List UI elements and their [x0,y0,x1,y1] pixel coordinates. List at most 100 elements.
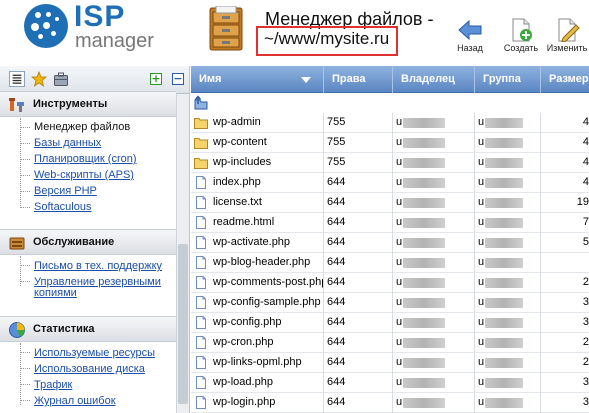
sidebar-item-backups[interactable]: Управление резервными копиями [34,277,169,299]
group-cell: u [475,153,541,173]
section-tools[interactable]: Инструменты [0,91,176,117]
edit-button[interactable]: Изменить [545,18,589,58]
sidebar-scrollbar[interactable] [176,94,189,413]
file-table: Имя Права Владелец Группа Размер wp-admi… [191,66,589,413]
back-button[interactable]: Назад [448,18,492,58]
column-size-header[interactable]: Размер [541,66,589,93]
owner-cell: u [393,293,475,313]
table-row[interactable]: wp-comments-post.php 644 u u 2 [191,273,589,293]
file-icon [196,236,206,249]
permissions-cell: 644 [324,213,393,233]
owner-value: u [396,356,403,368]
owner-value: u [396,336,403,348]
new-file-icon [512,18,532,42]
tree-tick [20,191,30,192]
group-value: u [478,196,485,208]
column-group-header[interactable]: Группа [475,66,541,93]
sidebar-item-traffic[interactable]: Трафик [34,380,72,391]
permissions-cell: 755 [324,113,393,133]
table-row[interactable]: wp-config.php 644 u u 3 [191,313,589,333]
owner-cell: u [393,373,475,393]
sidebar-item-support-letter[interactable]: Письмо в тех. поддержку [34,261,162,272]
column-label: Имя [199,73,222,85]
permissions-cell: 644 [324,333,393,353]
sidebar-item-error-log[interactable]: Журнал ошибок [34,396,116,407]
sidebar-scroll-thumb[interactable] [178,244,188,404]
sort-desc-icon[interactable] [301,77,311,83]
owner-value: u [396,136,403,148]
maintenance-icon [9,237,25,250]
collapse-all-button[interactable]: − [172,73,184,85]
permissions-cell: 644 [324,393,393,413]
create-label: Создать [503,43,539,53]
file-name-cell: wp-links-opml.php [191,353,324,373]
size-cell: 3 [582,376,589,388]
file-name-cell: wp-cron.php [191,333,324,353]
table-row[interactable]: wp-links-opml.php 644 u u 2 [191,353,589,373]
table-row[interactable]: wp-content 755 u u 4 [191,133,589,153]
column-owner-header[interactable]: Владелец [393,66,475,93]
favorites-star-icon[interactable] [31,71,47,87]
group-value: u [478,156,485,168]
file-name-cell: index.php [191,173,324,193]
file-name: wp-comments-post.php [213,276,324,288]
file-icon [196,376,206,389]
table-row[interactable]: wp-config-sample.php 644 u u 3 [191,293,589,313]
column-perm-header[interactable]: Права [324,66,393,93]
table-row[interactable]: index.php 644 u u 4 [191,173,589,193]
sidebar-item-databases[interactable]: Базы данных [34,138,101,149]
redacted-group [485,358,523,368]
sidebar-item-file-manager[interactable]: Менеджер файлов [34,122,130,133]
file-icon [196,296,206,309]
expand-all-button[interactable]: + [150,73,162,85]
sidebar-item-web-scripts[interactable]: Web-скрипты (APS) [34,170,134,181]
list-view-icon[interactable] [9,71,25,87]
table-row[interactable]: wp-cron.php 644 u u 2 [191,333,589,353]
sidebar-item-php-version[interactable]: Версия PHP [34,186,97,197]
table-row[interactable]: wp-activate.php 644 u u 5 [191,233,589,253]
table-row[interactable]: readme.html 644 u u 7 [191,213,589,233]
table-row[interactable]: license.txt 644 u u 19 [191,193,589,213]
redacted-owner [403,138,445,148]
section-maintenance[interactable]: Обслуживание [0,229,176,255]
parent-dir-row[interactable] [191,93,589,113]
column-label: Владелец [401,73,455,85]
file-icon [196,216,206,229]
tree-tick [20,368,30,369]
tree-tick [20,175,30,176]
back-arrow-icon [458,19,482,41]
sidebar-item-softaculous[interactable]: Softaculous [34,202,91,213]
tree-tick [20,352,30,353]
size-cell: 4 [582,136,589,148]
group-value: u [478,376,485,388]
owner-value: u [396,256,403,268]
tree-tick [20,207,30,208]
table-row[interactable]: wp-blog-header.php 644 u u [191,253,589,273]
briefcase-icon[interactable] [53,71,69,87]
file-icon [196,176,206,189]
redacted-owner [403,318,445,328]
column-label: Размер [549,73,589,85]
file-icon [196,336,206,349]
table-row[interactable]: wp-load.php 644 u u 3 [191,373,589,393]
table-row[interactable]: wp-login.php 644 u u 3 [191,393,589,413]
owner-value: u [396,316,403,328]
ispmanager-logo[interactable]: ISP manager [24,0,164,54]
sidebar-item-cron[interactable]: Планировщик (cron) [34,154,137,165]
sidebar-item-disk-usage[interactable]: Использование диска [34,364,145,375]
table-row[interactable]: wp-admin 755 u u 4 [191,113,589,133]
file-icon [196,256,206,269]
file-name-cell: wp-activate.php [191,233,324,253]
group-value: u [478,356,485,368]
file-icon [196,196,206,209]
redacted-group [485,318,523,328]
group-cell: u [475,333,541,353]
tree-tick [20,143,30,144]
section-statistics[interactable]: Статистика [0,316,176,342]
file-name: wp-blog-header.php [213,256,311,268]
file-name: wp-includes [213,156,272,168]
table-row[interactable]: wp-includes 755 u u 4 [191,153,589,173]
create-button[interactable]: Создать [499,18,543,58]
file-name: wp-cron.php [213,336,274,348]
sidebar-item-resources[interactable]: Используемые ресурсы [34,348,155,359]
